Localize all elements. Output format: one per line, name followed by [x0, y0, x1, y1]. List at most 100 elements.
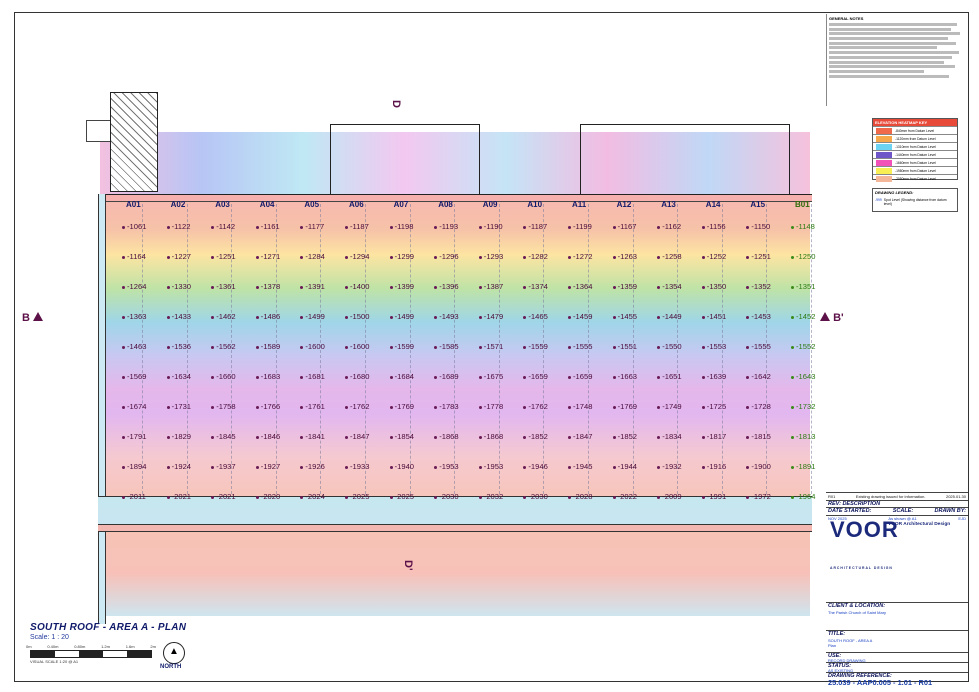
spot-level-value: -2024 [305, 492, 325, 501]
spot-level: -1156 [701, 222, 726, 231]
spot-level-dot-icon [568, 345, 571, 349]
spot-level: -1847 [568, 432, 592, 441]
spot-level: -2032 [478, 492, 503, 501]
spot-level-value: -1660 [216, 372, 236, 381]
spot-level-dot-icon [612, 465, 616, 469]
spot-level-value: -1162 [662, 222, 682, 231]
spot-level: -1293 [478, 252, 504, 261]
spot-level-dot-icon [122, 375, 125, 379]
spot-level-value: -1900 [751, 462, 771, 471]
spot-level-dot-icon [612, 375, 616, 379]
spot-level-value: -1167 [617, 222, 637, 231]
spot-level-dot-icon [345, 225, 348, 229]
spot-level: -1634 [166, 372, 191, 381]
column-label-a07: A07 [393, 200, 409, 209]
spot-level-value: -1894 [127, 462, 147, 471]
plan-scale: Scale: 1 : 20 [30, 634, 69, 641]
section-b-right: B' [820, 312, 844, 324]
spot-level: -1272 [568, 252, 592, 261]
spot-level-dot-icon [255, 405, 259, 409]
scale-tick-label: 1.6m [125, 644, 135, 649]
spot-level-value: -1187 [528, 222, 548, 231]
spot-level-value: -1198 [394, 222, 414, 231]
spot-level: -1933 [345, 462, 369, 471]
spot-level: -1944 [612, 462, 637, 471]
spot-level-dot-icon [568, 375, 571, 379]
spot-level-dot-icon [389, 225, 393, 229]
spot-level: -1559 [523, 342, 548, 351]
spot-level-dot-icon [523, 405, 527, 409]
spot-level-dot-icon [300, 285, 304, 289]
legend-sample: -999 [875, 198, 882, 202]
spot-level: -2021 [166, 492, 191, 501]
spot-level-dot-icon [166, 285, 170, 289]
spot-level: -1728 [746, 402, 771, 411]
spot-level: -1399 [389, 282, 414, 291]
spot-level-value: -1569 [127, 372, 147, 381]
spot-level-value: -1868 [439, 432, 459, 441]
spot-level-dot-icon [746, 285, 750, 289]
spot-level-value: -1599 [394, 342, 415, 351]
spot-level-value: -1193 [439, 222, 459, 231]
spot-level: -1282 [523, 252, 548, 261]
spot-level-value: -1769 [617, 402, 638, 411]
spot-level: -2009 [657, 492, 682, 501]
dormer-2 [580, 124, 790, 196]
spot-level-value: -1351 [796, 282, 816, 291]
spot-level: -1847 [345, 432, 369, 441]
spot-level: -1683 [255, 372, 280, 381]
spot-level-dot-icon [300, 435, 304, 439]
spot-level-dot-icon [791, 405, 794, 409]
spot-level-dot-icon [166, 495, 170, 499]
spot-level-dot-icon [434, 255, 438, 259]
heatmap-key-row: -2050mm from Datum Level [873, 174, 957, 182]
spot-level: -1296 [434, 252, 459, 261]
spot-level-dot-icon [434, 495, 438, 499]
spot-level-value: -1282 [528, 252, 548, 261]
spot-level-value: -2009 [662, 492, 682, 501]
spot-level: -1555 [746, 342, 771, 351]
spot-level: -1142 [211, 222, 235, 231]
spot-level-dot-icon [568, 405, 571, 409]
spot-level-value: -1589 [260, 342, 281, 351]
spot-level: -1689 [434, 372, 459, 381]
spot-level: -1725 [701, 402, 726, 411]
spot-level-value: -1937 [216, 462, 236, 471]
spot-level: -1190 [478, 222, 503, 231]
heatmap-key-row: -1660mm from Datum Level [873, 158, 957, 166]
spot-level-value: -1600 [350, 342, 370, 351]
heatmap-key-label: -1660mm from Datum Level [895, 160, 936, 165]
spot-level-dot-icon [122, 435, 125, 439]
spot-level-dot-icon [478, 345, 482, 349]
spot-level: -1852 [523, 432, 548, 441]
spot-level-value: -1854 [394, 432, 415, 441]
spot-level-value: -2011 [127, 492, 146, 501]
spot-level-value: -1251 [751, 252, 771, 261]
spot-level-dot-icon [255, 375, 259, 379]
spot-level-dot-icon [657, 465, 661, 469]
spot-level: -1486 [255, 312, 280, 321]
spot-level: -1766 [255, 402, 280, 411]
spot-level-value: -2028 [573, 492, 593, 501]
column-label-a03: A03 [215, 200, 230, 209]
spot-level-value: -1642 [751, 372, 771, 381]
spot-level: -1761 [300, 402, 325, 411]
spot-level-value: -1455 [617, 312, 638, 321]
spot-level-dot-icon [166, 465, 170, 469]
column-label-a13: A13 [661, 200, 676, 209]
spot-level-value: -1177 [305, 222, 325, 231]
spot-level-value: -1761 [305, 402, 325, 411]
spot-level-value: -1264 [127, 282, 147, 291]
spot-level-dot-icon [523, 255, 527, 259]
spot-level-dot-icon [389, 465, 393, 469]
drawing-reference: 25.039 - AAP0.005 - 1.01 - R01 [828, 678, 933, 687]
spot-level: -1762 [345, 402, 369, 411]
spot-level-dot-icon [255, 255, 259, 259]
spot-level: -1374 [523, 282, 548, 291]
spot-level-value: -1815 [751, 432, 771, 441]
scale-tick-label: 0.80m [74, 644, 86, 649]
spot-level-value: -2025 [350, 492, 370, 501]
spot-level-value: -1585 [439, 342, 459, 351]
spot-level-value: -1293 [483, 252, 504, 261]
spot-level-dot-icon [701, 345, 705, 349]
